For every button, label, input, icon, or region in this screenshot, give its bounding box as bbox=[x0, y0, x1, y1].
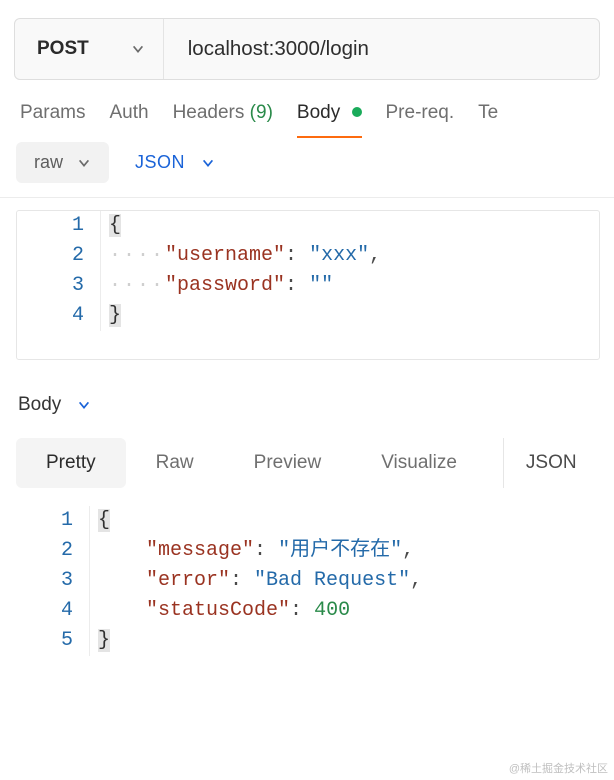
request-bar: POST localhost:3000/login bbox=[14, 18, 600, 80]
line-number: 3 bbox=[17, 271, 101, 301]
tab-body[interactable]: Body bbox=[297, 102, 362, 138]
tab-params[interactable]: Params bbox=[20, 102, 85, 138]
tab-auth[interactable]: Auth bbox=[109, 102, 148, 138]
headers-count: (9) bbox=[250, 102, 273, 123]
chevron-down-icon bbox=[77, 156, 91, 170]
body-controls: raw JSON bbox=[0, 142, 614, 183]
chevron-down-icon bbox=[201, 156, 215, 170]
watermark: @稀土掘金技术社区 bbox=[509, 760, 608, 776]
line-number: 1 bbox=[17, 211, 101, 241]
response-section-label: Body bbox=[18, 394, 61, 416]
request-body-editor[interactable]: 1 { 2 ····"username": "xxx", 3 ····"pass… bbox=[16, 210, 600, 360]
tab-tests[interactable]: Te bbox=[478, 102, 498, 138]
response-tabs: Pretty Raw Preview Visualize JSON bbox=[16, 438, 614, 488]
line-number: 4 bbox=[16, 596, 90, 626]
body-mode-label: raw bbox=[34, 152, 63, 173]
chevron-down-icon bbox=[131, 42, 145, 56]
body-format-select[interactable]: JSON bbox=[135, 152, 215, 173]
tab-prereq[interactable]: Pre-req. bbox=[386, 102, 455, 138]
line-number: 1 bbox=[16, 506, 90, 536]
http-method-select[interactable]: POST bbox=[15, 19, 164, 79]
response-tab-raw[interactable]: Raw bbox=[126, 438, 224, 488]
response-tab-pretty[interactable]: Pretty bbox=[16, 438, 126, 488]
url-input[interactable]: localhost:3000/login bbox=[164, 19, 599, 79]
line-number: 4 bbox=[17, 301, 101, 331]
body-format-label: JSON bbox=[135, 152, 185, 173]
chevron-down-icon bbox=[77, 398, 91, 412]
divider bbox=[0, 197, 614, 198]
tab-headers[interactable]: Headers (9) bbox=[173, 102, 273, 138]
response-body-viewer[interactable]: 1 { 2 "message": "用户不存在", 3 "error": "Ba… bbox=[16, 506, 608, 656]
url-text: localhost:3000/login bbox=[188, 37, 369, 61]
request-tabs: Params Auth Headers (9) Body Pre-req. Te bbox=[0, 102, 614, 138]
response-section-select[interactable]: Body bbox=[0, 394, 614, 416]
body-indicator-dot bbox=[352, 107, 362, 117]
line-number: 3 bbox=[16, 566, 90, 596]
line-number: 2 bbox=[17, 241, 101, 271]
line-number: 2 bbox=[16, 536, 90, 566]
response-tab-visualize[interactable]: Visualize bbox=[351, 438, 487, 488]
http-method-label: POST bbox=[37, 38, 89, 60]
line-number: 5 bbox=[16, 626, 90, 656]
body-mode-select[interactable]: raw bbox=[16, 142, 109, 183]
response-tab-preview[interactable]: Preview bbox=[224, 438, 352, 488]
response-format-select[interactable]: JSON bbox=[503, 438, 599, 488]
